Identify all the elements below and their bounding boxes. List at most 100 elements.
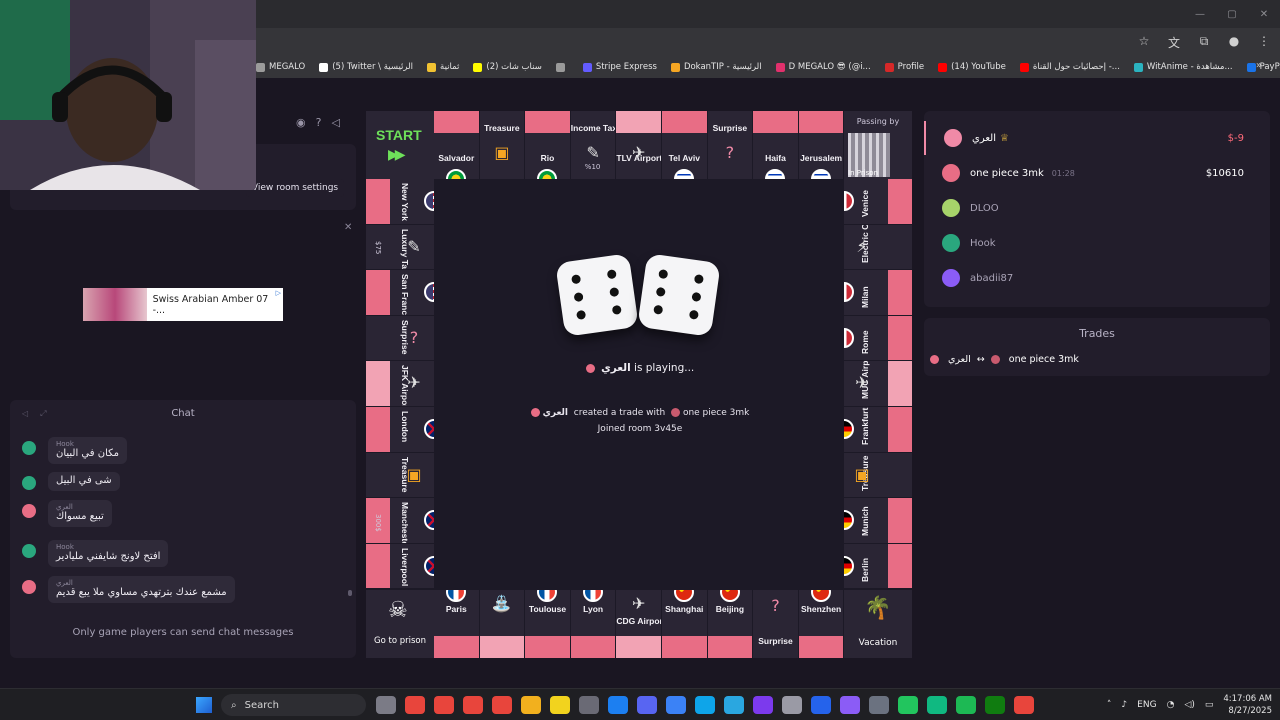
taskbar-app-icon[interactable] (405, 696, 425, 714)
vacation-corner[interactable]: 🌴 Vacation (844, 590, 912, 658)
taskbar-app-icon[interactable] (666, 696, 686, 714)
san-francisco-tile[interactable]: San Francisco (366, 270, 434, 315)
paris-tile[interactable]: Paris (434, 590, 479, 658)
menu-kebab-icon[interactable]: ⋮ (1256, 34, 1272, 51)
profile-avatar-icon[interactable]: ● (1226, 34, 1242, 51)
chat-scrollbar[interactable] (348, 590, 352, 596)
electric-company-tile[interactable]: Electric Company ⚡ (844, 224, 912, 270)
bookmark-item[interactable]: (5) Twitter \ الرئيسية (319, 62, 413, 72)
lyon-tile[interactable]: Lyon (570, 590, 616, 658)
salvador-tile[interactable]: Salvador (434, 111, 479, 179)
jfk-airport-tile[interactable]: JFK Airport ✈ (366, 361, 434, 406)
player-row[interactable]: العري ♕ $-9 (924, 121, 1270, 155)
taskbar-app-icon[interactable] (579, 696, 599, 714)
bookmark-item[interactable]: Stripe Express (582, 62, 657, 72)
help-icon[interactable]: ? (316, 116, 322, 129)
translate-icon[interactable]: 文 (1166, 34, 1182, 51)
new-york-tile[interactable]: New York (366, 179, 434, 224)
player-row[interactable]: Hook (924, 226, 1270, 260)
bookmark-item[interactable]: D MEGALO 😎 (@i... (775, 62, 871, 72)
player-row[interactable]: abadii87 (924, 261, 1270, 295)
luxury-tax-tile[interactable]: Luxury Tax ✎ $75 (366, 224, 434, 270)
taskbar-app-icon[interactable] (782, 696, 802, 714)
language-indicator[interactable]: ENG (1137, 700, 1156, 710)
tlv-airport-tile[interactable]: TLV Airport ✈ (616, 111, 661, 179)
jerusalem-tile[interactable]: Jerusalem (798, 111, 844, 179)
taskbar-app-icon[interactable] (840, 696, 860, 714)
bookmark-item[interactable]: (14) YouTube (938, 62, 1006, 72)
taskbar-app-icon[interactable] (1014, 696, 1034, 714)
london-tile[interactable]: London (366, 407, 434, 452)
taskbar-app-icon[interactable] (724, 696, 744, 714)
bookmark-item[interactable]: DokanTIP - الرئيسية (670, 62, 762, 72)
taskbar-search[interactable]: ⌕ Search (221, 694, 366, 716)
taskbar-app-icon[interactable] (434, 696, 454, 714)
battery-icon[interactable]: ▭ (1205, 700, 1214, 710)
close-ad-icon[interactable]: ✕ (344, 222, 352, 233)
treasure-tile[interactable]: Treasure ▣ (844, 452, 912, 498)
bookmark-item[interactable]: إحصائيات حول القناة -... (1019, 62, 1120, 72)
surprise-tile[interactable]: Surprise? (707, 111, 753, 179)
munich-tile[interactable]: Munich (844, 498, 912, 543)
shanghai-tile[interactable]: Shanghai (662, 590, 707, 658)
player-row[interactable]: one piece 3mk 01:28 $10610 (924, 156, 1270, 190)
surprise-tile[interactable]: Surprise? (366, 315, 434, 361)
beijing-tile[interactable]: Beijing (707, 590, 753, 658)
bookmark-item[interactable]: MEGALO (256, 62, 305, 72)
cdg-airport-tile[interactable]: CDG Airport ✈ (616, 590, 661, 658)
close-window-button[interactable]: ✕ (1248, 0, 1280, 28)
microphone-icon[interactable]: ♪ (1121, 700, 1127, 710)
taskbar-app-icon[interactable] (985, 696, 1005, 714)
water-works-tile[interactable]: ⛲ (479, 590, 525, 658)
tel-aviv-tile[interactable]: Tel Aviv (662, 111, 707, 179)
taskbar-app-icon[interactable] (463, 696, 483, 714)
liverpool-tile[interactable]: Liverpool (366, 543, 434, 589)
bookmark-star-icon[interactable]: ☆ (1136, 34, 1152, 51)
discord-icon[interactable]: ◉ (296, 116, 306, 129)
trade-item[interactable]: العري ↔ one piece 3mk (930, 354, 1079, 365)
tray-chevron-icon[interactable]: ˄ (1107, 700, 1112, 710)
toulouse-tile[interactable]: Toulouse (525, 590, 570, 658)
taskbar-app-icon[interactable] (492, 696, 512, 714)
volume-icon[interactable]: ◁) (1184, 700, 1194, 710)
taskbar-app-icon[interactable] (608, 696, 628, 714)
bookmark-item[interactable] (555, 62, 569, 72)
taskbar-app-icon[interactable] (753, 696, 773, 714)
bookmark-item[interactable]: Profile (884, 62, 924, 72)
taskbar-app-icon[interactable] (637, 696, 657, 714)
ad-banner[interactable]: Swiss Arabian Amber 07 -... ▷ (83, 288, 283, 321)
taskbar-app-icon[interactable] (898, 696, 918, 714)
manchester-tile[interactable]: Manchester 300$ (366, 498, 434, 543)
shenzhen-tile[interactable]: Shenzhen (798, 590, 844, 658)
muc-airport-tile[interactable]: MUC Airport ✈ (844, 361, 912, 406)
view-room-settings-button[interactable]: View room settings (246, 179, 344, 197)
berlin-tile[interactable]: Berlin (844, 543, 912, 589)
windows-start-icon[interactable] (196, 697, 212, 713)
player-row[interactable]: DLOO (924, 191, 1270, 225)
maximize-button[interactable]: ▢ (1216, 0, 1248, 28)
taskbar-app-icon[interactable] (376, 696, 396, 714)
taskbar-app-icon[interactable] (811, 696, 831, 714)
taskbar-app-icon[interactable] (956, 696, 976, 714)
treasure-tile[interactable]: Treasure ▣ (479, 111, 525, 179)
rome-tile[interactable]: Rome (844, 315, 912, 361)
treasure-tile[interactable]: Treasure ▣ (366, 452, 434, 498)
bookmarks-overflow-icon[interactable]: » (1256, 60, 1262, 71)
taskbar-app-icon[interactable] (550, 696, 570, 714)
frankfurt-tile[interactable]: Frankfurt (844, 407, 912, 452)
sound-icon[interactable]: ◁ (331, 116, 339, 129)
income-tax-tile[interactable]: Income Tax ✎ %10 (570, 111, 616, 179)
network-icon[interactable]: ◔ (1167, 700, 1175, 710)
go-to-prison-corner[interactable]: ☠ Go to prison (366, 590, 434, 658)
bookmark-item[interactable]: (2) سناب شات (473, 62, 542, 72)
surprise-tile[interactable]: Surprise? (753, 590, 798, 658)
venice-tile[interactable]: Venice (844, 179, 912, 224)
taskbar-app-icon[interactable] (927, 696, 947, 714)
taskbar-app-icon[interactable] (521, 696, 541, 714)
bookmark-item[interactable]: WitAnime - مشاهدة... (1133, 62, 1233, 72)
ad-choices-icon[interactable]: ▷ (276, 289, 281, 297)
bookmark-item[interactable]: ثمانية (427, 62, 459, 72)
milan-tile[interactable]: Milan (844, 270, 912, 315)
clock[interactable]: 4:17:06 AM 8/27/2025 (1223, 693, 1272, 717)
minimize-button[interactable]: — (1184, 0, 1216, 28)
